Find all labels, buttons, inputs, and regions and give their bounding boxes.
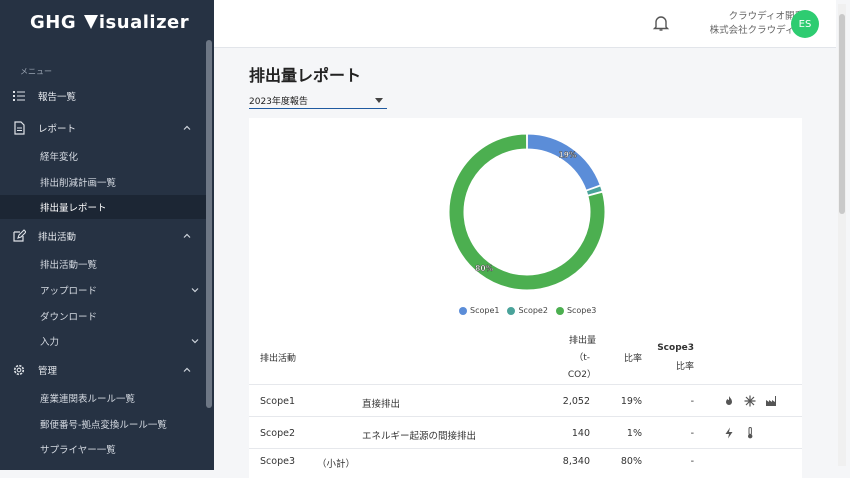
row-divider xyxy=(249,448,802,449)
sidebar: GHG isualizer メニュー 報告一覧 レポート 経年変化 排出削減計画… xyxy=(0,0,214,470)
logo-v-mark xyxy=(83,15,98,29)
thermometer-icon[interactable] xyxy=(744,427,756,439)
legend-item-scope2[interactable]: Scope2 xyxy=(507,306,548,315)
bolt-icon[interactable] xyxy=(723,427,735,439)
gear-icon xyxy=(12,363,26,377)
page-title: 排出量レポート xyxy=(249,66,362,85)
th-scope3-ratio-2: 比率 xyxy=(675,362,694,372)
nav-yearly-change[interactable]: 経年変化 xyxy=(0,144,206,168)
nav-emission-activity-label: 排出活動 xyxy=(38,232,77,243)
legend-swatch xyxy=(507,306,516,315)
report-select[interactable]: 2023年度報告 xyxy=(249,92,387,109)
chevron-down-icon[interactable] xyxy=(190,336,200,346)
row2-icons xyxy=(723,427,756,439)
nav-report-label: レポート xyxy=(38,124,77,135)
snowflake-icon[interactable] xyxy=(744,395,756,407)
chart-legend: Scope1 Scope2 Scope3 xyxy=(459,306,596,315)
row-divider xyxy=(249,384,802,385)
row2-scope: Scope2 xyxy=(260,428,295,439)
nav-io-table-rules[interactable]: 産業連関表ルール一覧 xyxy=(0,386,206,410)
legend-item-scope3[interactable]: Scope3 xyxy=(555,306,597,315)
company-line-1: クラウディオ開発 xyxy=(728,11,804,22)
th-amount-1: 排出量 xyxy=(568,336,596,346)
chevron-up-icon[interactable] xyxy=(182,365,192,375)
menu-caption: メニュー xyxy=(20,67,52,76)
row2-scope3-ratio: - xyxy=(690,428,694,439)
donut-label-scope3: 80% xyxy=(475,264,493,273)
th-scope3-ratio-1: Scope3 xyxy=(657,343,694,353)
nav-emissions-report[interactable]: 排出量レポート xyxy=(0,195,206,219)
row1-name: 直接排出 xyxy=(362,399,401,410)
th-activity: 排出活動 xyxy=(260,354,297,364)
th-amount-3: CO2） xyxy=(567,370,596,380)
document-icon xyxy=(12,121,26,135)
row1-scope3-ratio: - xyxy=(690,396,694,407)
nav-admin[interactable]: 管理 xyxy=(0,358,206,382)
nav-reports-list-label: 報告一覧 xyxy=(38,92,77,103)
donut-label-scope1: 19% xyxy=(559,150,577,159)
main-scrollbar[interactable] xyxy=(838,4,846,466)
row1-amount: 2,052 xyxy=(562,396,590,407)
report-select-value: 2023年度報告 xyxy=(249,97,308,107)
row3-scope3-ratio: - xyxy=(690,456,694,467)
nav-reports-list[interactable]: 報告一覧 xyxy=(0,84,206,108)
chevron-up-icon[interactable] xyxy=(182,231,192,241)
nav-admin-label: 管理 xyxy=(38,366,58,377)
nav-suppliers[interactable]: サプライヤー一覧 xyxy=(0,437,206,461)
th-ratio: 比率 xyxy=(623,354,642,364)
th-amount-2: （t- xyxy=(574,353,590,363)
nav-report[interactable]: レポート xyxy=(0,116,206,140)
row3-amount: 8,340 xyxy=(562,456,590,467)
nav-download[interactable]: ダウンロード xyxy=(0,304,206,328)
chevron-up-icon[interactable] xyxy=(182,123,192,133)
row-divider xyxy=(249,416,802,417)
caret-down-icon xyxy=(375,98,383,103)
chevron-down-icon[interactable] xyxy=(190,285,200,295)
legend-swatch xyxy=(555,306,564,315)
row1-scope: Scope1 xyxy=(260,396,295,407)
row1-ratio: 19% xyxy=(620,396,642,407)
row2-name: エネルギー起源の間接排出 xyxy=(362,431,477,442)
legend-label: Scope2 xyxy=(518,306,548,315)
row2-ratio: 1% xyxy=(626,428,642,439)
legend-item-scope1[interactable]: Scope1 xyxy=(459,306,499,315)
nav-reduction-plans[interactable]: 排出削減計画一覧 xyxy=(0,170,206,194)
legend-label: Scope1 xyxy=(470,306,500,315)
row2-amount: 140 xyxy=(571,428,590,439)
donut-slice-scope1[interactable] xyxy=(526,133,601,191)
legend-label: Scope3 xyxy=(566,306,597,315)
edit-icon xyxy=(12,229,26,243)
row3-name: （小計） xyxy=(317,459,356,470)
bell-icon[interactable] xyxy=(652,14,670,32)
donut-chart: 19% 80% xyxy=(448,133,606,291)
list-icon xyxy=(12,89,26,103)
nav-postal-rules[interactable]: 郵便番号-拠点変換ルール一覧 xyxy=(0,412,206,436)
company-line-2: 株式会社クラウディオ xyxy=(709,25,804,36)
row1-icons xyxy=(723,395,777,407)
factory-icon[interactable] xyxy=(765,395,777,407)
top-header: クラウディオ開発 株式会社クラウディオ ES xyxy=(214,0,836,48)
main-scrollbar-thumb[interactable] xyxy=(839,14,845,214)
row3-scope: Scope3 xyxy=(260,456,295,467)
avatar[interactable]: ES xyxy=(791,10,819,38)
sidebar-scrollbar[interactable] xyxy=(206,40,212,408)
legend-swatch xyxy=(459,306,467,315)
row3-ratio: 80% xyxy=(620,456,642,467)
nav-input[interactable]: 入力 xyxy=(0,329,206,353)
nav-emission-activity[interactable]: 排出活動 xyxy=(0,224,206,248)
nav-activity-list[interactable]: 排出活動一覧 xyxy=(0,252,206,276)
app-logo[interactable]: GHG isualizer xyxy=(30,12,189,33)
fire-icon[interactable] xyxy=(723,395,735,407)
nav-upload[interactable]: アップロード xyxy=(0,278,206,302)
